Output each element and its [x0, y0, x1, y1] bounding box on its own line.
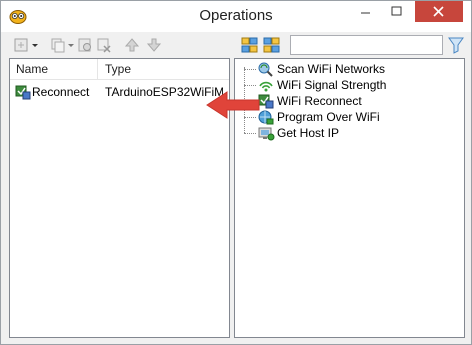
- wifi-reconnect-icon: [15, 85, 31, 100]
- minimize-icon[interactable]: [351, 1, 381, 22]
- delete-icon[interactable]: [95, 36, 113, 54]
- paste-icon[interactable]: [76, 36, 94, 54]
- toolbar: [9, 34, 465, 56]
- tree-item-label: WiFi Signal Strength: [277, 78, 387, 92]
- host-ip-icon: [258, 127, 275, 141]
- table-row[interactable]: Reconnect TArduinoESP32WiFiM...: [10, 82, 229, 102]
- operations-window: Operations Name Type Reconnect TArduinoE…: [0, 0, 472, 345]
- tree-connector: [244, 133, 256, 134]
- dropdown-icon[interactable]: [31, 36, 39, 54]
- tree-connector: [244, 69, 256, 70]
- scan-wifi-icon: [258, 62, 273, 77]
- tree-item-label: Scan WiFi Networks: [277, 62, 386, 76]
- title-bar[interactable]: Operations: [1, 1, 471, 32]
- move-up-icon[interactable]: [123, 36, 141, 54]
- tree-item-get-host-ip[interactable]: Get Host IP: [235, 125, 460, 141]
- collapse-all-icon[interactable]: [263, 36, 281, 54]
- operations-tree[interactable]: Scan WiFi Networks WiFi Signal Strength …: [234, 58, 465, 338]
- elements-list[interactable]: Name Type Reconnect TArduinoESP32WiFiM..…: [9, 58, 230, 338]
- add-icon[interactable]: [13, 36, 31, 54]
- tree-item-wifi-reconnect[interactable]: WiFi Reconnect: [235, 93, 460, 109]
- tree-item-scan-wifi-networks[interactable]: Scan WiFi Networks: [235, 61, 460, 77]
- search-input[interactable]: [290, 35, 443, 55]
- annotation-arrow: [206, 91, 260, 119]
- column-header-type[interactable]: Type: [99, 59, 229, 80]
- expand-all-icon[interactable]: [241, 36, 259, 54]
- tree-item-label: Get Host IP: [277, 126, 340, 140]
- tree-connector: [244, 85, 256, 86]
- list-header: Name Type: [10, 59, 229, 80]
- close-icon[interactable]: [415, 1, 463, 22]
- row-name: Reconnect: [32, 85, 90, 99]
- dropdown-icon[interactable]: [67, 36, 75, 54]
- tree-item-label: Program Over WiFi: [277, 110, 380, 124]
- tree-item-wifi-signal-strength[interactable]: WiFi Signal Strength: [235, 77, 460, 93]
- tree-item-program-over-wifi[interactable]: Program Over WiFi: [235, 109, 460, 125]
- copy-icon[interactable]: [49, 36, 67, 54]
- move-down-icon[interactable]: [145, 36, 163, 54]
- maximize-icon[interactable]: [382, 1, 412, 22]
- column-header-name[interactable]: Name: [10, 59, 98, 80]
- filter-icon[interactable]: [447, 35, 465, 55]
- tree-item-label: WiFi Reconnect: [277, 94, 362, 108]
